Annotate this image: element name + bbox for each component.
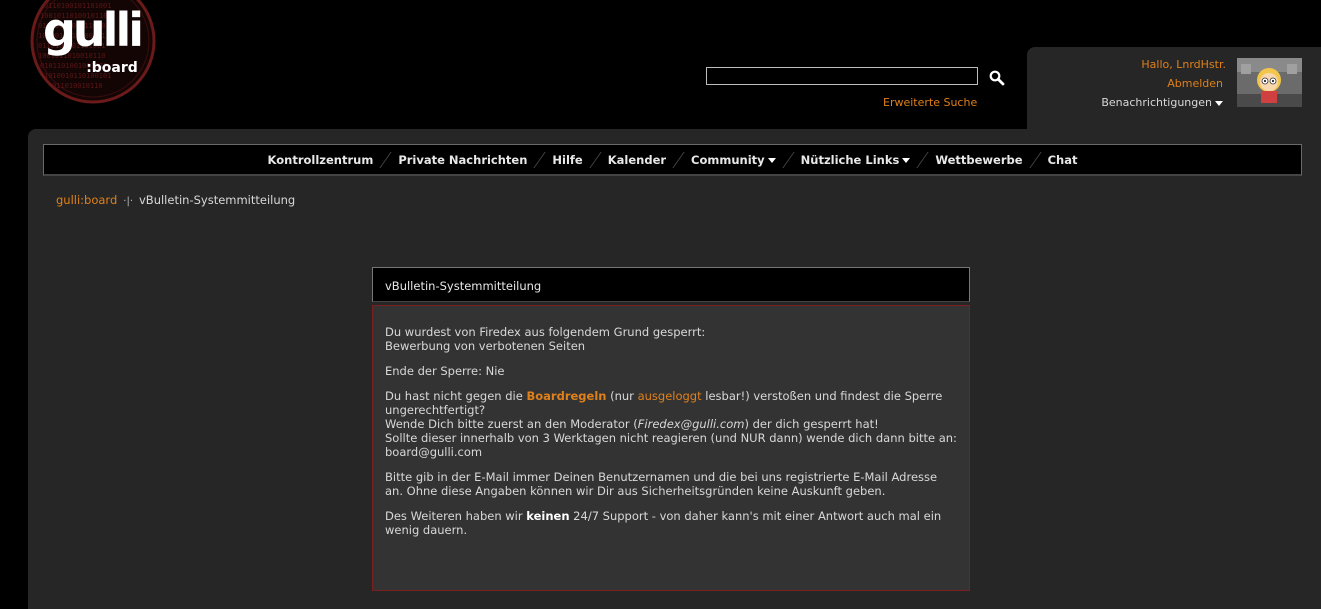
nav-calendar[interactable]: Kalender [606, 153, 668, 167]
ban-reason: Du wurdest von Firedex aus folgendem Gru… [385, 325, 706, 353]
notifications-label: Benachrichtigungen [1101, 96, 1212, 109]
moderator-email: Firedex@gulli.com [637, 417, 745, 431]
svg-text:011010010110: 011010010110 [52, 82, 103, 90]
avatar[interactable] [1237, 58, 1302, 107]
nav-separator [533, 151, 547, 168]
nav-useful-links-label: Nützliche Links [800, 152, 900, 167]
search-input[interactable] [706, 67, 978, 85]
site-logo[interactable]: 0110100101101001 1001011010010110 010110… [30, 0, 156, 106]
chevron-down-icon [1215, 100, 1223, 106]
user-greeting[interactable]: Hallo, LnrdHstr. [1141, 58, 1226, 71]
nav-separator [1028, 151, 1042, 168]
nav-useful-links[interactable]: Nützliche Links [799, 153, 913, 167]
system-message-body: Du wurdest von Firedex aus folgendem Gru… [372, 305, 970, 591]
content-panel: Kontrollzentrum Private Nachrichten Hilf… [28, 129, 1321, 609]
nav-separator [916, 151, 929, 168]
nav-separator [379, 151, 392, 168]
chevron-down-icon [767, 157, 776, 163]
breadcrumb: gulli:board ·|· vBulletin-Systemmitteilung [56, 193, 295, 207]
svg-text::board: :board [86, 60, 138, 76]
chevron-down-icon [902, 157, 911, 163]
nav-community[interactable]: Community [689, 153, 778, 167]
breadcrumb-home[interactable]: gulli:board [56, 193, 117, 207]
board-rules-link[interactable]: Boardregeln [526, 389, 606, 403]
logo-emblem: 0110100101101001 1001011010010110 010110… [30, 0, 156, 104]
nav-community-label: Community [691, 152, 765, 167]
user-panel: Hallo, LnrdHstr. Abmelden Benachrichtigu… [1027, 47, 1321, 137]
breadcrumb-separator: ·|· [123, 196, 133, 207]
support-email: board@gulli.com [385, 445, 483, 459]
advanced-search-link[interactable]: Erweiterte Suche [883, 96, 977, 109]
nav-separator [782, 151, 795, 168]
svg-text:gulli: gulli [43, 3, 141, 57]
main-navbar: Kontrollzentrum Private Nachrichten Hilf… [43, 144, 1302, 176]
email-instructions: Bitte gib in der E-Mail immer Deinen Ben… [385, 470, 938, 498]
nav-separator [589, 151, 602, 168]
system-message-title: vBulletin-Systemmitteilung [372, 267, 970, 302]
search-icon[interactable] [989, 70, 1005, 86]
appeal-info: Du hast nicht gegen die Boardregeln (nur… [385, 389, 957, 459]
breadcrumb-current: vBulletin-Systemmitteilung [139, 193, 296, 207]
nav-separator [672, 151, 685, 168]
support-note: Des Weiteren haben wir keinen 24/7 Suppo… [385, 509, 942, 537]
notifications-menu[interactable]: Benachrichtigungen [1101, 96, 1223, 109]
nav-chat[interactable]: Chat [1046, 153, 1080, 167]
nav-contests[interactable]: Wettbewerbe [933, 153, 1024, 167]
logout-link[interactable]: Abmelden [1167, 77, 1223, 90]
ban-end: Ende der Sperre: Nie [385, 364, 505, 378]
nav-help[interactable]: Hilfe [550, 153, 584, 167]
nav-private-messages[interactable]: Private Nachrichten [396, 153, 529, 167]
logged-out-link[interactable]: ausgeloggt [638, 389, 702, 403]
nav-control-panel[interactable]: Kontrollzentrum [266, 153, 376, 167]
